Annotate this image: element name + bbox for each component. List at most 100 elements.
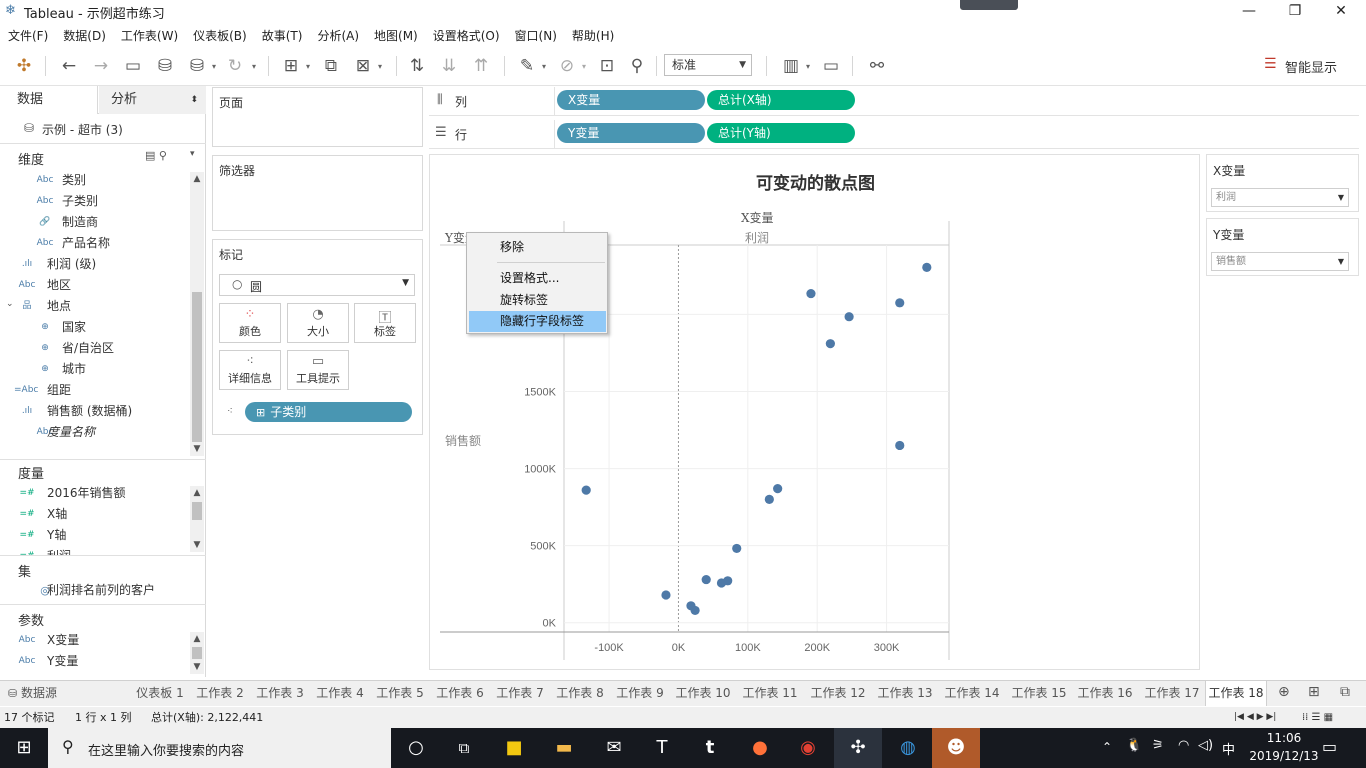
dimension-field[interactable]: 🔗 制造商 bbox=[0, 212, 190, 233]
menu-item-format[interactable]: 设置格式... bbox=[469, 268, 606, 289]
sheet-tab[interactable]: 工作表 15 bbox=[1006, 681, 1072, 706]
tumblr-icon[interactable]: t bbox=[686, 728, 734, 768]
tab-data[interactable]: 数据 bbox=[0, 86, 98, 114]
pin-icon[interactable]: ⚲ bbox=[624, 54, 650, 78]
wifi-icon[interactable]: ◠ bbox=[1178, 738, 1189, 753]
scroll-thumb[interactable] bbox=[192, 292, 202, 442]
tab-analysis[interactable]: 分析 ⬍ bbox=[99, 86, 206, 114]
sheet-tab[interactable]: 工作表 4 bbox=[311, 681, 369, 706]
dimension-field[interactable]: ⊕ 省/自治区 bbox=[0, 338, 190, 359]
dimension-field[interactable]: 品 地点 bbox=[0, 296, 190, 317]
new-worksheet-icon[interactable]: ⊞ bbox=[278, 54, 304, 78]
sheet-tab[interactable]: 工作表 8 bbox=[551, 681, 609, 706]
param-field-x[interactable]: Abc X变量 bbox=[0, 630, 190, 651]
restore-button[interactable]: ❐ bbox=[1272, 0, 1318, 24]
param-field-y[interactable]: Abc Y变量 bbox=[0, 651, 190, 672]
columns-pill-sum-x[interactable]: 总计(X轴) bbox=[707, 90, 855, 110]
presentation-icon[interactable]: ▭ bbox=[818, 54, 844, 78]
measure-field[interactable]: =# Y轴 bbox=[0, 525, 190, 546]
menu-help[interactable]: 帮助(H) bbox=[572, 27, 614, 44]
sheet-tab[interactable]: 工作表 17 bbox=[1140, 681, 1204, 706]
measure-field[interactable]: =# X轴 bbox=[0, 504, 190, 525]
menu-item-rotate-label[interactable]: 旋转标签 bbox=[469, 290, 606, 311]
measures-scrollbar[interactable]: ▲ ▼ bbox=[190, 486, 204, 552]
mail-icon[interactable]: ✉ bbox=[590, 728, 638, 768]
dimension-field[interactable]: Abc 产品名称 bbox=[0, 233, 190, 254]
sheet-tab[interactable]: 工作表 3 bbox=[251, 681, 309, 706]
measure-field[interactable]: =# 2016年销售额 bbox=[0, 483, 190, 504]
scroll-thumb[interactable] bbox=[192, 502, 202, 520]
dimension-field[interactable]: Abc 地区 bbox=[0, 275, 190, 296]
browser-icon[interactable]: ◍ bbox=[884, 728, 932, 768]
size-button[interactable]: ◔ 大小 bbox=[287, 303, 349, 343]
notification-icon[interactable]: ▭ bbox=[1322, 737, 1337, 756]
chevron-down-icon[interactable]: ▾ bbox=[806, 62, 810, 71]
fit-select[interactable]: 标准 ▼ bbox=[664, 54, 752, 76]
rows-pill-sum-y[interactable]: 总计(Y轴) bbox=[707, 123, 855, 143]
mark-type-select[interactable]: ○ 圆 ▼ bbox=[219, 274, 415, 296]
dimension-field[interactable]: ⊕ 国家 bbox=[0, 317, 190, 338]
dimension-field[interactable]: =Abc 组距 bbox=[0, 380, 190, 401]
sort-descending-icon[interactable]: ⇈ bbox=[468, 54, 494, 78]
dimension-field[interactable]: Abc 度量名称 bbox=[0, 422, 190, 443]
dimension-field[interactable]: Abc 子类别 bbox=[0, 191, 190, 212]
group-icon[interactable]: ⊘ bbox=[554, 54, 580, 78]
menu-dashboard[interactable]: 仪表板(B) bbox=[193, 27, 247, 44]
filters-card[interactable]: 筛选器 bbox=[212, 155, 423, 231]
color-button[interactable]: ⁘ 颜色 bbox=[219, 303, 281, 343]
menu-item-remove[interactable]: 移除 bbox=[469, 237, 606, 258]
duplicate-icon[interactable]: ⧉ bbox=[318, 54, 344, 78]
new-worksheet-icon[interactable]: ⊕ bbox=[1278, 684, 1290, 700]
tooltip-button[interactable]: ▭ 工具提示 bbox=[287, 350, 349, 390]
sheet-tab[interactable]: 工作表 14 bbox=[939, 681, 1005, 706]
set-field[interactable]: ◎ 利润排名前列的客户 bbox=[0, 580, 190, 601]
detail-button[interactable]: ⁖ 详细信息 bbox=[219, 350, 281, 390]
scroll-up-icon[interactable]: ▲ bbox=[190, 172, 204, 186]
menu-item-hide-row-field-labels[interactable]: 隐藏行字段标签 bbox=[469, 311, 606, 332]
params-scrollbar[interactable]: ▲ ▼ bbox=[190, 632, 204, 674]
scroll-up-icon[interactable]: ▲ bbox=[190, 632, 204, 646]
dimension-field[interactable]: Abc 类别 bbox=[0, 170, 190, 191]
menu-window[interactable]: 窗口(N) bbox=[515, 27, 557, 44]
new-dashboard-icon[interactable]: ⊞ bbox=[1308, 684, 1320, 700]
sheet-tab[interactable]: 工作表 6 bbox=[431, 681, 489, 706]
chevron-down-icon[interactable]: ▾ bbox=[212, 62, 216, 71]
chevron-down-icon[interactable]: ▾ bbox=[190, 149, 195, 159]
chevron-down-icon[interactable]: ▾ bbox=[582, 62, 586, 71]
scroll-up-icon[interactable]: ▲ bbox=[190, 486, 204, 500]
param-select-y[interactable]: 销售额 ▼ bbox=[1211, 252, 1349, 271]
sheet-tab[interactable]: 工作表 18 bbox=[1205, 681, 1267, 706]
chevron-down-icon[interactable]: ▾ bbox=[252, 62, 256, 71]
pages-card[interactable]: 页面 bbox=[212, 87, 423, 147]
firefox-icon[interactable]: ● bbox=[736, 728, 784, 768]
menu-worksheet[interactable]: 工作表(W) bbox=[121, 27, 178, 44]
menu-data[interactable]: 数据(D) bbox=[63, 27, 106, 44]
cortana-icon[interactable]: ○ bbox=[392, 728, 440, 768]
taskbar-search[interactable]: ⚲ 在这里输入你要搜索的内容 bbox=[48, 728, 391, 768]
sheet-tab[interactable]: 工作表 10 bbox=[671, 681, 735, 706]
dimension-field[interactable]: ⊕ 城市 bbox=[0, 359, 190, 380]
new-story-icon[interactable]: ⧉ bbox=[1340, 684, 1350, 700]
undo-icon[interactable]: ← bbox=[56, 54, 82, 78]
save-icon[interactable]: ▭ bbox=[120, 54, 146, 78]
scroll-down-icon[interactable]: ▼ bbox=[190, 660, 204, 674]
view-options-icon[interactable]: ▤ ⚲ bbox=[145, 149, 167, 162]
chrome-icon[interactable]: ◉ bbox=[784, 728, 832, 768]
sort-ascending-icon[interactable]: ⇊ bbox=[436, 54, 462, 78]
menu-format[interactable]: 设置格式(O) bbox=[433, 27, 500, 44]
clear-sheet-icon[interactable]: ⊠ bbox=[350, 54, 376, 78]
sheet-tab[interactable]: 工作表 7 bbox=[491, 681, 549, 706]
file-explorer-icon[interactable]: ▬ bbox=[540, 728, 588, 768]
tray-expand-icon[interactable]: ⌃ bbox=[1102, 740, 1112, 754]
pause-update-icon[interactable]: ⛁ bbox=[184, 54, 210, 78]
sheet-tab[interactable]: 工作表 16 bbox=[1072, 681, 1138, 706]
rows-pill-y-variable[interactable]: Y变量 bbox=[557, 123, 705, 143]
new-datasource-icon[interactable]: ⛁ bbox=[152, 54, 178, 78]
sticky-notes-icon[interactable]: ■ bbox=[490, 728, 538, 768]
drag-handle[interactable] bbox=[960, 0, 1018, 10]
swap-icon[interactable]: ⇅ bbox=[404, 54, 430, 78]
redo-icon[interactable]: → bbox=[88, 54, 114, 78]
tableau-taskbar-icon[interactable]: ✣ bbox=[834, 728, 882, 768]
menu-story[interactable]: 故事(T) bbox=[262, 27, 303, 44]
menu-file[interactable]: 文件(F) bbox=[8, 27, 48, 44]
